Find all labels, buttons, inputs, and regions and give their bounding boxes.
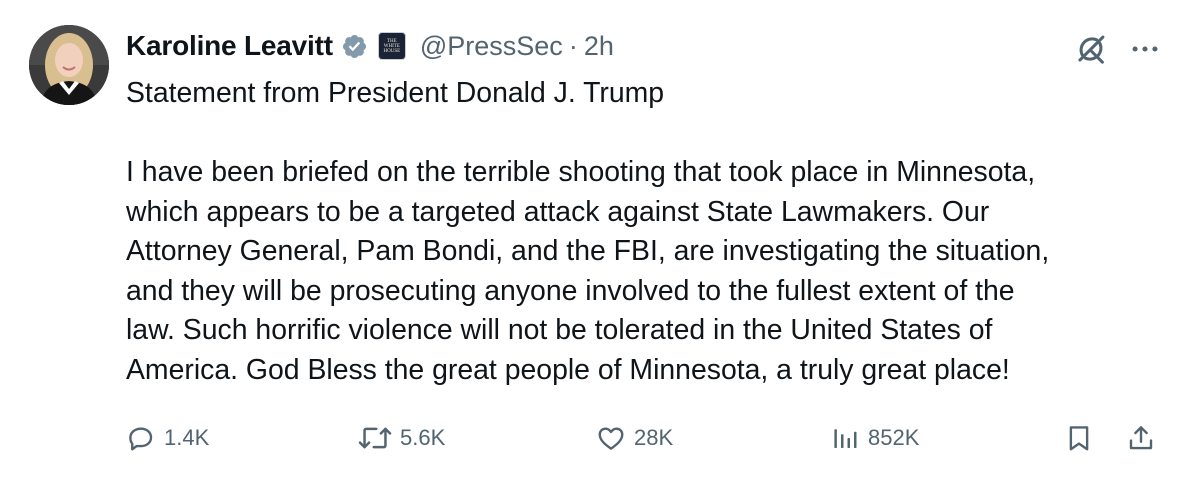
action-bar: 1.4K 5.6K 28K 852K	[126, 418, 1166, 462]
badge-text-house: HOUSE	[383, 48, 401, 54]
post-line: Attorney General, Pam Bondi, and the FBI…	[126, 235, 1050, 267]
views-count: 852K	[868, 425, 920, 450]
post-line: I have been briefed on the terrible shoo…	[126, 156, 1036, 188]
post-line: and they will be prosecuting anyone invo…	[126, 274, 1015, 307]
post-text: Statement from President Donald J. Trump…	[126, 74, 1146, 390]
reply-button[interactable]: 1.4K	[126, 418, 209, 458]
avatar[interactable]	[29, 25, 109, 105]
post-header: Karoline Leavitt THE WHITE HOUSE @PressSec…	[126, 24, 614, 68]
post-line: law. Such horrific violence will not be …	[126, 314, 993, 346]
repost-button[interactable]: 5.6K	[358, 418, 445, 458]
top-actions	[1072, 30, 1162, 68]
separator-dot: ·	[568, 30, 578, 61]
post-timestamp[interactable]: 2h	[584, 31, 614, 62]
repost-count: 5.6K	[400, 425, 446, 450]
views-icon	[830, 423, 860, 453]
views-button[interactable]: 852K	[830, 418, 919, 458]
display-name[interactable]: Karoline Leavitt	[126, 30, 333, 62]
tweet[interactable]: Karoline Leavitt THE WHITE HOUSE @PressSec…	[0, 0, 1190, 480]
post-line: America. God Bless the great people of M…	[126, 353, 1010, 386]
bookmark-button[interactable]	[1064, 418, 1094, 458]
like-count: 28K	[634, 425, 674, 450]
share-button[interactable]	[1126, 418, 1156, 458]
reply-icon	[126, 423, 156, 453]
verified-badge-icon[interactable]	[341, 33, 368, 60]
repost-icon	[358, 423, 392, 453]
more-icon[interactable]	[1128, 32, 1162, 66]
bookmark-icon	[1064, 423, 1094, 453]
white-house-badge-icon[interactable]: THE WHITE HOUSE	[377, 32, 406, 60]
grok-icon[interactable]	[1072, 30, 1110, 68]
like-button[interactable]: 28K	[596, 418, 673, 458]
author-handle[interactable]: @PressSec	[420, 31, 563, 62]
heart-icon	[596, 423, 626, 453]
reply-count: 1.4K	[164, 425, 210, 450]
post-heading: Statement from President Donald J. Trump	[126, 77, 665, 109]
share-icon	[1126, 423, 1156, 453]
post-line: which appears to be a targeted attack ag…	[126, 195, 990, 228]
